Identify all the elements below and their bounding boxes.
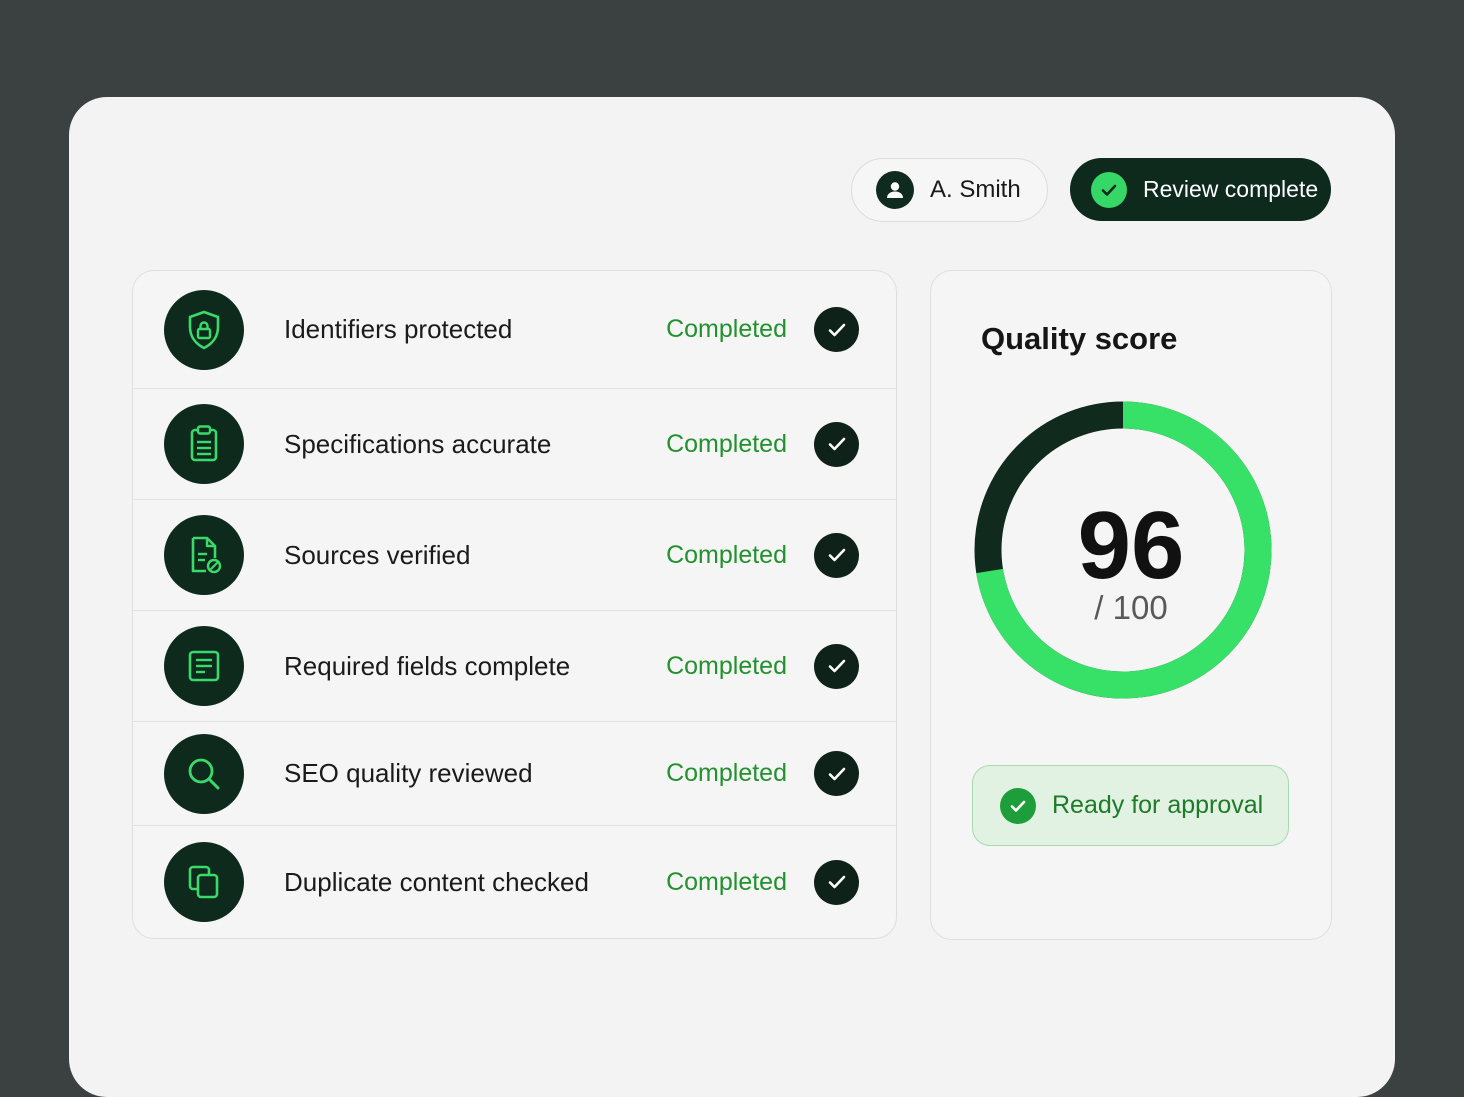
clipboard-icon	[164, 404, 244, 484]
review-checklist: Identifiers protected Completed Specific…	[132, 270, 897, 939]
checklist-row: Specifications accurate Completed	[133, 389, 896, 500]
checklist-row: Required fields complete Completed	[133, 611, 896, 722]
check-icon	[814, 643, 859, 689]
checklist-item-label: Identifiers protected	[284, 314, 513, 344]
score-value: 96	[1077, 492, 1185, 599]
check-icon	[814, 751, 859, 796]
checklist-item-label: Sources verified	[284, 539, 471, 570]
check-icon	[814, 421, 859, 467]
form-fields-icon	[164, 626, 244, 706]
checklist-item-status: Completed	[666, 651, 787, 680]
checklist-item-status: Completed	[666, 759, 787, 787]
checklist-item-status: Completed	[666, 540, 787, 569]
review-status-label: Review complete	[1143, 176, 1319, 202]
review-status-badge[interactable]: Review complete	[1070, 158, 1331, 221]
user-name: A. Smith	[930, 176, 1021, 203]
score-title: Quality score	[981, 321, 1178, 356]
search-icon	[164, 733, 244, 814]
checklist-item-label: Required fields complete	[284, 650, 571, 681]
approval-label: Ready for approval	[1052, 791, 1264, 819]
check-circle-icon	[1000, 787, 1036, 824]
quality-score-card: Quality score 96 / 100 Ready for approva…	[930, 270, 1332, 940]
document-verified-icon	[164, 515, 244, 595]
checklist-item-label: Duplicate content checked	[284, 866, 589, 897]
checklist-row: Identifiers protected Completed	[133, 271, 896, 389]
approval-status: Ready for approval	[972, 765, 1289, 846]
checklist-row: Sources verified Completed	[133, 500, 896, 611]
checklist-row: SEO quality reviewed Completed	[133, 722, 896, 826]
check-icon	[814, 307, 859, 352]
checklist-item-label: Specifications accurate	[284, 428, 552, 459]
checklist-item-status: Completed	[666, 429, 787, 458]
review-panel: A. Smith Review complete Identifiers pro…	[69, 97, 1395, 1097]
score-max: / 100	[1094, 589, 1168, 626]
check-icon	[814, 532, 859, 578]
check-icon	[814, 859, 859, 905]
checklist-item-status: Completed	[666, 315, 787, 343]
checklist-item-label: SEO quality reviewed	[284, 758, 533, 788]
shield-lock-icon	[164, 289, 244, 370]
copy-icon	[164, 842, 244, 922]
checklist-row: Duplicate content checked Completed	[133, 826, 896, 938]
check-circle-icon	[1091, 171, 1127, 208]
checklist-item-status: Completed	[666, 867, 787, 896]
user-avatar-icon	[876, 171, 914, 209]
user-chip[interactable]: A. Smith	[851, 158, 1048, 222]
